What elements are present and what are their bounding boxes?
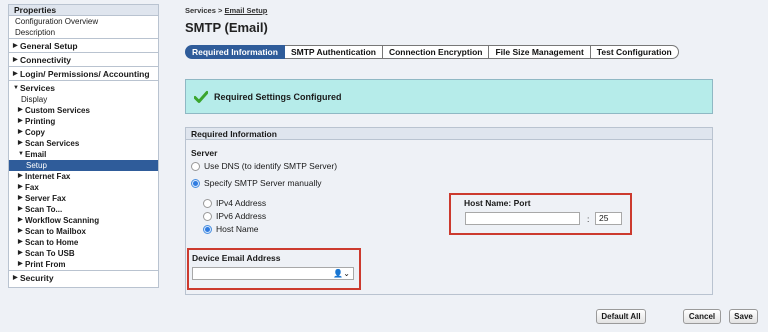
sidebar-group-services[interactable]: ▼ Services bbox=[9, 80, 158, 94]
radio-ipv4-address[interactable]: IPv4 Address bbox=[203, 198, 266, 208]
breadcrumb-current[interactable]: Email Setup bbox=[224, 6, 267, 15]
expand-triangle-icon: ▶ bbox=[18, 129, 23, 135]
sidebar-item-label: Server Fax bbox=[25, 194, 66, 203]
expand-triangle-icon: ▶ bbox=[18, 250, 23, 256]
sidebar-item-email[interactable]: ▼ Email bbox=[9, 149, 158, 160]
sidebar-item-label: Internet Fax bbox=[25, 172, 71, 181]
sidebar-group-connectivity[interactable]: ▶ Connectivity bbox=[9, 52, 158, 66]
expand-triangle-icon: ▶ bbox=[13, 56, 18, 63]
expand-triangle-icon: ▶ bbox=[18, 195, 23, 201]
sidebar-item-label: Fax bbox=[25, 183, 39, 192]
radio-button[interactable] bbox=[203, 198, 212, 208]
radio-button[interactable] bbox=[191, 178, 200, 188]
breadcrumb-services-link[interactable]: Services bbox=[185, 6, 216, 15]
sidebar-item-fax[interactable]: ▶ Fax bbox=[9, 182, 158, 193]
sidebar-group-label: Services bbox=[20, 82, 55, 93]
expand-triangle-icon: ▶ bbox=[13, 70, 18, 77]
expand-triangle-icon: ▶ bbox=[18, 206, 23, 212]
radio-host-name[interactable]: Host Name bbox=[203, 224, 259, 234]
radio-specify-manually[interactable]: Specify SMTP Server manually bbox=[191, 178, 321, 188]
sidebar-item-label: Workflow Scanning bbox=[25, 216, 100, 225]
expand-triangle-icon: ▶ bbox=[18, 173, 23, 179]
sidebar-item-internet-fax[interactable]: ▶ Internet Fax bbox=[9, 171, 158, 182]
sidebar-item-label: Scan To USB bbox=[25, 249, 75, 258]
sidebar-group-label: Login/ Permissions/ Accounting bbox=[20, 68, 150, 79]
expand-triangle-icon: ▶ bbox=[13, 42, 18, 49]
sidebar-item-label: Print From bbox=[25, 260, 66, 269]
expand-triangle-icon: ▶ bbox=[18, 140, 23, 146]
expand-triangle-icon: ▶ bbox=[18, 217, 23, 223]
expand-triangle-icon: ▶ bbox=[18, 228, 23, 234]
expand-triangle-icon: ▶ bbox=[18, 239, 23, 245]
sidebar-item-label: Printing bbox=[25, 117, 56, 126]
collapse-triangle-icon: ▼ bbox=[18, 151, 24, 157]
status-banner: Required Settings Configured bbox=[185, 79, 713, 114]
sidebar-header: Properties bbox=[9, 5, 158, 16]
expand-triangle-icon: ▶ bbox=[13, 274, 18, 281]
sidebar-item-email-setup[interactable]: Setup bbox=[9, 160, 158, 171]
cancel-button[interactable]: Cancel bbox=[683, 309, 721, 324]
breadcrumb-separator: > bbox=[217, 6, 223, 15]
radio-label: Use DNS (to identify SMTP Server) bbox=[204, 161, 338, 171]
sidebar-group-label: General Setup bbox=[20, 40, 78, 51]
sidebar-group-security[interactable]: ▶ Security bbox=[9, 270, 158, 284]
sidebar-item-scan-to-mailbox[interactable]: ▶ Scan to Mailbox bbox=[9, 226, 158, 237]
sidebar-item-label: Scan to Home bbox=[25, 238, 79, 247]
expand-triangle-icon: ▶ bbox=[18, 118, 23, 124]
radio-label: IPv6 Address bbox=[216, 211, 267, 221]
radio-button[interactable] bbox=[203, 224, 212, 234]
sidebar-item-scan-services[interactable]: ▶ Scan Services bbox=[9, 138, 158, 149]
status-text: Required Settings Configured bbox=[214, 91, 342, 102]
collapse-triangle-icon: ▼ bbox=[13, 84, 19, 91]
sidebar-item-label: Scan To... bbox=[25, 205, 63, 214]
sidebar-group-label: Security bbox=[20, 272, 54, 283]
tab-bar: Required Information SMTP Authentication… bbox=[185, 45, 679, 59]
expand-triangle-icon: ▶ bbox=[18, 261, 23, 267]
tab-smtp-authentication[interactable]: SMTP Authentication bbox=[284, 45, 383, 59]
sidebar-item-label: Copy bbox=[25, 128, 45, 137]
sidebar-item-label: Custom Services bbox=[25, 106, 90, 115]
radio-label: IPv4 Address bbox=[216, 198, 267, 208]
tab-connection-encryption[interactable]: Connection Encryption bbox=[382, 45, 490, 59]
radio-button[interactable] bbox=[191, 161, 200, 171]
sidebar-group-label: Connectivity bbox=[20, 54, 72, 65]
highlight-host-port bbox=[449, 193, 632, 235]
default-all-button[interactable]: Default All bbox=[596, 309, 646, 324]
sidebar-item-scan-to-home[interactable]: ▶ Scan to Home bbox=[9, 237, 158, 248]
sidebar-item-display[interactable]: Display bbox=[9, 94, 158, 105]
sidebar-group-login-permissions[interactable]: ▶ Login/ Permissions/ Accounting bbox=[9, 66, 158, 80]
sidebar-group-general-setup[interactable]: ▶ General Setup bbox=[9, 38, 158, 52]
panel-header: Required Information bbox=[186, 128, 712, 140]
tab-file-size-management[interactable]: File Size Management bbox=[489, 45, 591, 59]
sidebar-item-copy[interactable]: ▶ Copy bbox=[9, 127, 158, 138]
radio-button[interactable] bbox=[203, 211, 212, 221]
sidebar-item-scan-to-usb[interactable]: ▶ Scan To USB bbox=[9, 248, 158, 259]
server-label: Server bbox=[191, 148, 218, 158]
radio-ipv6-address[interactable]: IPv6 Address bbox=[203, 211, 266, 221]
sidebar-item-printing[interactable]: ▶ Printing bbox=[9, 116, 158, 127]
expand-triangle-icon: ▶ bbox=[18, 107, 23, 113]
sidebar-item-label: Scan to Mailbox bbox=[25, 227, 86, 236]
sidebar-item-label: Scan Services bbox=[25, 139, 80, 148]
radio-label: Specify SMTP Server manually bbox=[204, 178, 322, 188]
sidebar-item-description[interactable]: Description bbox=[9, 27, 158, 38]
sidebar-item-configuration-overview[interactable]: Configuration Overview bbox=[9, 16, 158, 27]
sidebar-item-server-fax[interactable]: ▶ Server Fax bbox=[9, 193, 158, 204]
sidebar-item-print-from[interactable]: ▶ Print From bbox=[9, 259, 158, 270]
tab-required-information[interactable]: Required Information bbox=[185, 45, 285, 59]
page-title: SMTP (Email) bbox=[185, 20, 268, 35]
sidebar-item-label: Email bbox=[25, 150, 47, 159]
save-button[interactable]: Save bbox=[729, 309, 758, 324]
highlight-device-email bbox=[187, 248, 361, 290]
sidebar-item-custom-services[interactable]: ▶ Custom Services bbox=[9, 105, 158, 116]
tab-test-configuration[interactable]: Test Configuration bbox=[590, 45, 679, 59]
radio-use-dns[interactable]: Use DNS (to identify SMTP Server) bbox=[191, 161, 337, 171]
radio-label: Host Name bbox=[216, 224, 259, 234]
checkmark-icon bbox=[194, 90, 208, 103]
sidebar-item-workflow-scanning[interactable]: ▶ Workflow Scanning bbox=[9, 215, 158, 226]
sidebar-item-scan-to[interactable]: ▶ Scan To... bbox=[9, 204, 158, 215]
breadcrumb: Services > Email Setup bbox=[185, 6, 267, 15]
expand-triangle-icon: ▶ bbox=[18, 184, 23, 190]
properties-sidebar: Properties Configuration Overview Descri… bbox=[8, 4, 159, 288]
